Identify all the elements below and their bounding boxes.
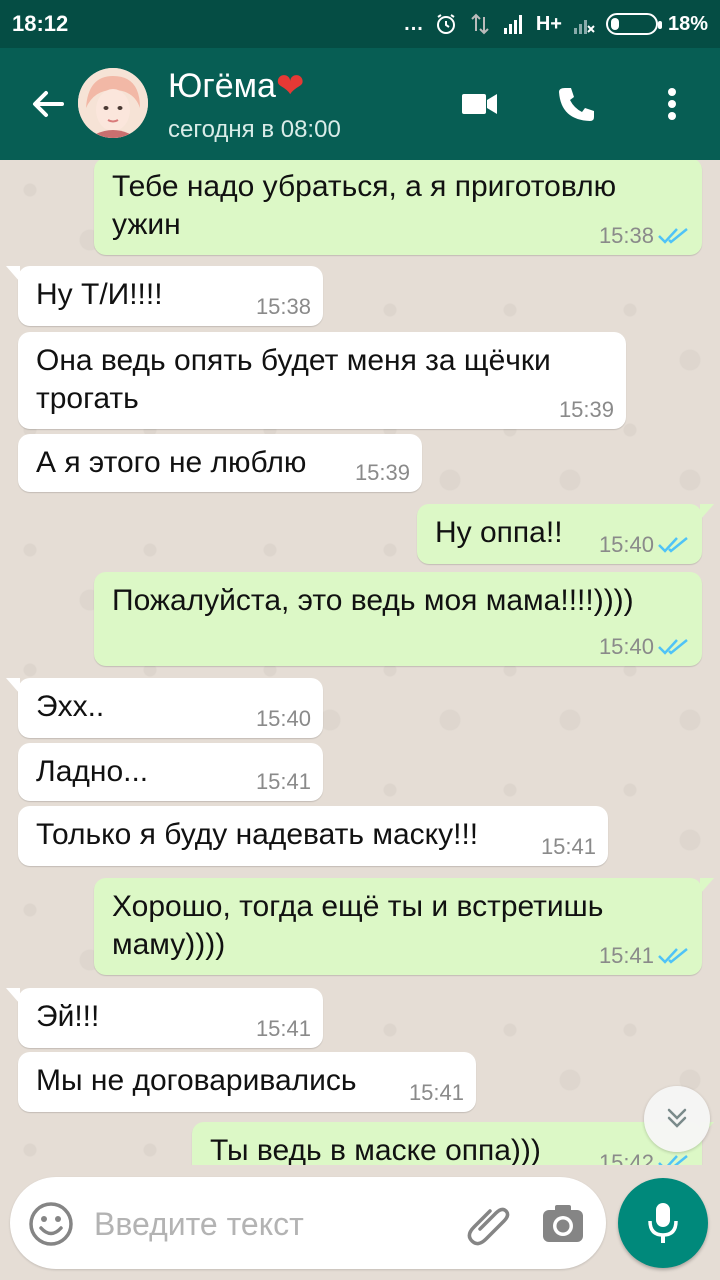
message-list[interactable]: Тебе надо убраться, а я приготовлю ужин 1… — [0, 160, 720, 1165]
message-text: Только я буду надевать маску!!! — [36, 818, 479, 851]
message-time: 15:40 — [598, 634, 654, 659]
message-bubble-incoming[interactable]: Она ведь опять будет меня за щёчки трогат… — [18, 332, 626, 429]
paperclip-icon[interactable] — [466, 1201, 512, 1247]
message-composer — [10, 1177, 606, 1269]
message-bubble-incoming[interactable]: А я этого не люблю 15:39 — [18, 434, 422, 492]
heart-emoji: ❤ — [275, 67, 305, 105]
more-vert-icon[interactable] — [652, 84, 692, 124]
message-time: 15:42 — [598, 1150, 654, 1165]
message-time: 15:41 — [540, 834, 596, 859]
message-bubble-incoming[interactable]: Эй!!! 15:41 — [6, 988, 323, 1048]
chevron-double-down-icon — [667, 1108, 687, 1128]
phone-icon[interactable] — [555, 84, 595, 124]
message-time: 15:41 — [408, 1080, 464, 1105]
scroll-to-bottom-button[interactable] — [644, 1086, 710, 1152]
message-meta: 15:39 — [559, 397, 614, 423]
message-time: 15:40 — [598, 532, 654, 557]
message-text: А я этого не люблю — [36, 446, 307, 479]
message-text: Эхх.. — [36, 690, 105, 723]
message-time: 15:39 — [558, 397, 614, 422]
message-time: 15:38 — [255, 294, 311, 319]
message-text: Хорошо, тогда ещё ты и встретишь маму)))) — [112, 890, 604, 961]
message-bubble-outgoing[interactable]: Пожалуйста, это ведь моя мама!!!!)))) 15… — [94, 572, 702, 666]
notification-dots: ... — [404, 12, 424, 35]
last-seen: сегодня в 08:00 — [168, 116, 341, 143]
signal-off-icon — [573, 20, 595, 34]
message-meta: 15:42 — [599, 1150, 690, 1165]
message-text: Она ведь опять будет меня за щёчки трогат… — [36, 344, 551, 415]
message-meta: 15:38 — [256, 294, 311, 320]
avatar[interactable] — [78, 68, 148, 138]
double-check-icon — [658, 228, 688, 244]
message-meta: 15:40 — [599, 634, 690, 660]
double-check-icon — [658, 1155, 688, 1165]
status-time: 18:12 — [12, 11, 69, 36]
message-bubble-incoming[interactable]: Только я буду надевать маску!!! 15:41 — [18, 806, 608, 866]
message-meta: 15:41 — [599, 943, 690, 969]
signal-icon — [503, 15, 522, 34]
message-text: Ты ведь в маске оппа))) — [210, 1134, 541, 1165]
message-meta: 15:38 — [599, 223, 690, 249]
double-check-icon — [658, 537, 688, 553]
message-bubble-incoming[interactable]: Ну Т/И!!!! 15:38 — [6, 266, 323, 326]
message-meta: 15:40 — [256, 706, 311, 732]
message-text: Ну Т/И!!!! — [36, 278, 163, 311]
message-bubble-incoming[interactable]: Мы не договаривались 15:41 — [18, 1052, 476, 1112]
message-bubble-incoming[interactable]: Ладно... 15:41 — [18, 743, 323, 801]
message-text: Пожалуйста, это ведь моя мама!!!!)))) — [112, 584, 634, 617]
message-text: Ну оппа!! — [435, 516, 563, 549]
message-time: 15:39 — [354, 460, 410, 485]
network-type: H+ — [535, 12, 562, 35]
message-text: Тебе надо убраться, а я приготовлю ужин — [112, 170, 617, 241]
message-text: Эй!!! — [36, 1000, 100, 1033]
double-check-icon — [658, 639, 688, 655]
status-icons: ... H+ 18% — [404, 10, 708, 38]
contact-name-text: Югёма — [168, 67, 276, 105]
chat-header: Югёма❤ сегодня в 08:00 — [0, 48, 720, 160]
microphone-icon — [648, 1203, 678, 1243]
message-bubble-outgoing[interactable]: Тебе надо убраться, а я приготовлю ужин 1… — [94, 160, 702, 255]
message-meta: 15:41 — [256, 769, 311, 795]
camera-icon[interactable] — [540, 1201, 586, 1247]
battery-fill — [610, 18, 619, 30]
message-meta: 15:41 — [541, 834, 596, 860]
contact-name[interactable]: Югёма❤ — [168, 66, 304, 106]
message-meta: 15:41 — [256, 1016, 311, 1042]
message-time: 15:41 — [255, 769, 311, 794]
message-bubble-outgoing[interactable]: Ну оппа!! 15:40 — [417, 504, 714, 564]
video-call-icon[interactable] — [460, 84, 500, 124]
message-text: Ладно... — [36, 755, 149, 788]
emoji-icon[interactable] — [26, 1199, 76, 1249]
battery-icon — [605, 13, 662, 35]
battery-percent: 18% — [667, 12, 708, 35]
message-bubble-incoming[interactable]: Эхх.. 15:40 — [6, 678, 323, 738]
message-input[interactable] — [94, 1199, 454, 1249]
data-transfer-icon — [471, 13, 489, 35]
message-bubble-outgoing[interactable]: Хорошо, тогда ещё ты и встретишь маму))))… — [94, 878, 714, 975]
message-time: 15:41 — [255, 1016, 311, 1041]
message-bubble-outgoing[interactable]: Ты ведь в маске оппа))) 15:42 — [192, 1122, 714, 1165]
message-time: 15:40 — [255, 706, 311, 731]
message-meta: 15:40 — [599, 532, 690, 558]
message-meta: 15:41 — [409, 1080, 464, 1106]
alarm-icon — [436, 14, 455, 34]
status-bar: 18:12 ... H+ 18% — [0, 0, 720, 48]
double-check-icon — [658, 948, 688, 964]
message-text: Мы не договаривались — [36, 1064, 357, 1097]
message-meta: 15:39 — [355, 460, 410, 486]
message-time: 15:38 — [598, 223, 654, 248]
microphone-button[interactable] — [618, 1178, 708, 1268]
message-time: 15:41 — [598, 943, 654, 968]
arrow-left-icon[interactable] — [28, 84, 68, 124]
